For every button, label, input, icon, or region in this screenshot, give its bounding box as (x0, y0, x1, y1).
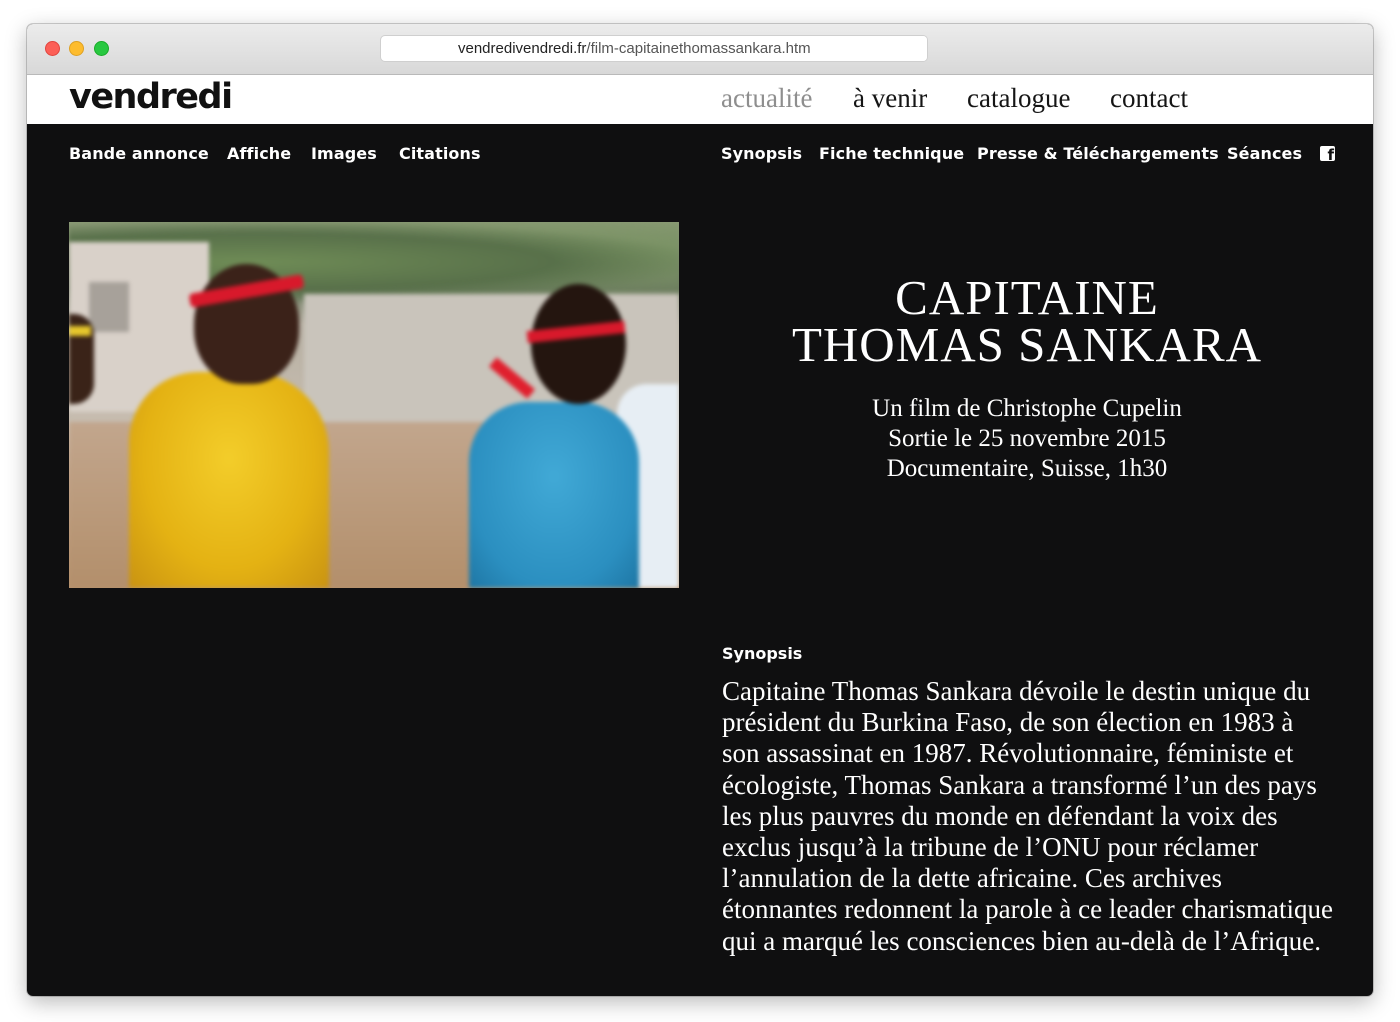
nav-actualite[interactable]: actualité (721, 83, 812, 114)
subnav-images[interactable]: Images (311, 144, 377, 163)
minimize-window-button[interactable] (69, 41, 84, 56)
film-release: Sortie le 25 novembre 2015 (888, 425, 1166, 452)
film-title: CAPITAINE THOMAS SANKARA (727, 273, 1327, 369)
subnav-synopsis[interactable]: Synopsis (721, 144, 802, 163)
url-domain: vendredivendredi.fr (458, 40, 587, 57)
nav-a-venir[interactable]: à venir (853, 83, 927, 114)
film-title-block: CAPITAINE THOMAS SANKARA Un film de Chri… (727, 273, 1327, 484)
site-header: vendredi actualité à venir catalogue con… (27, 75, 1373, 124)
main-nav: actualité à venir catalogue contact (27, 83, 1373, 123)
nav-contact[interactable]: contact (1110, 83, 1188, 114)
facebook-icon[interactable]: f (1320, 146, 1335, 161)
film-director: Un film de Christophe Cupelin (872, 395, 1182, 422)
address-bar[interactable]: vendredivendredi.fr/film-capitainethomas… (380, 35, 928, 62)
nav-catalogue[interactable]: catalogue (967, 83, 1070, 114)
subnav-citations[interactable]: Citations (399, 144, 481, 163)
close-window-button[interactable] (45, 41, 60, 56)
subnav-seances[interactable]: Séances (1227, 144, 1302, 163)
subnav-bande-annonce[interactable]: Bande annonce (69, 144, 209, 163)
zoom-window-button[interactable] (94, 41, 109, 56)
synopsis-heading: Synopsis (722, 644, 803, 663)
film-subnav: Bande annonce Affiche Images Citations S… (27, 124, 1373, 184)
film-still-image[interactable] (69, 222, 679, 588)
film-meta: Un film de Christophe Cupelin Sortie le … (727, 394, 1327, 484)
film-title-line2: THOMAS SANKARA (791, 317, 1263, 372)
subnav-presse[interactable]: Presse & Téléchargements (977, 144, 1219, 163)
browser-window: vendredivendredi.fr/film-capitainethomas… (27, 24, 1373, 996)
subnav-affiche[interactable]: Affiche (227, 144, 291, 163)
synopsis-text: Capitaine Thomas Sankara dévoile le dest… (722, 676, 1333, 956)
film-info: Documentaire, Suisse, 1h30 (886, 455, 1168, 482)
subnav-fiche-technique[interactable]: Fiche technique (819, 144, 964, 163)
browser-titlebar: vendredivendredi.fr/film-capitainethomas… (27, 24, 1373, 75)
url-path: /film-capitainethomassankara.htm (586, 40, 811, 57)
